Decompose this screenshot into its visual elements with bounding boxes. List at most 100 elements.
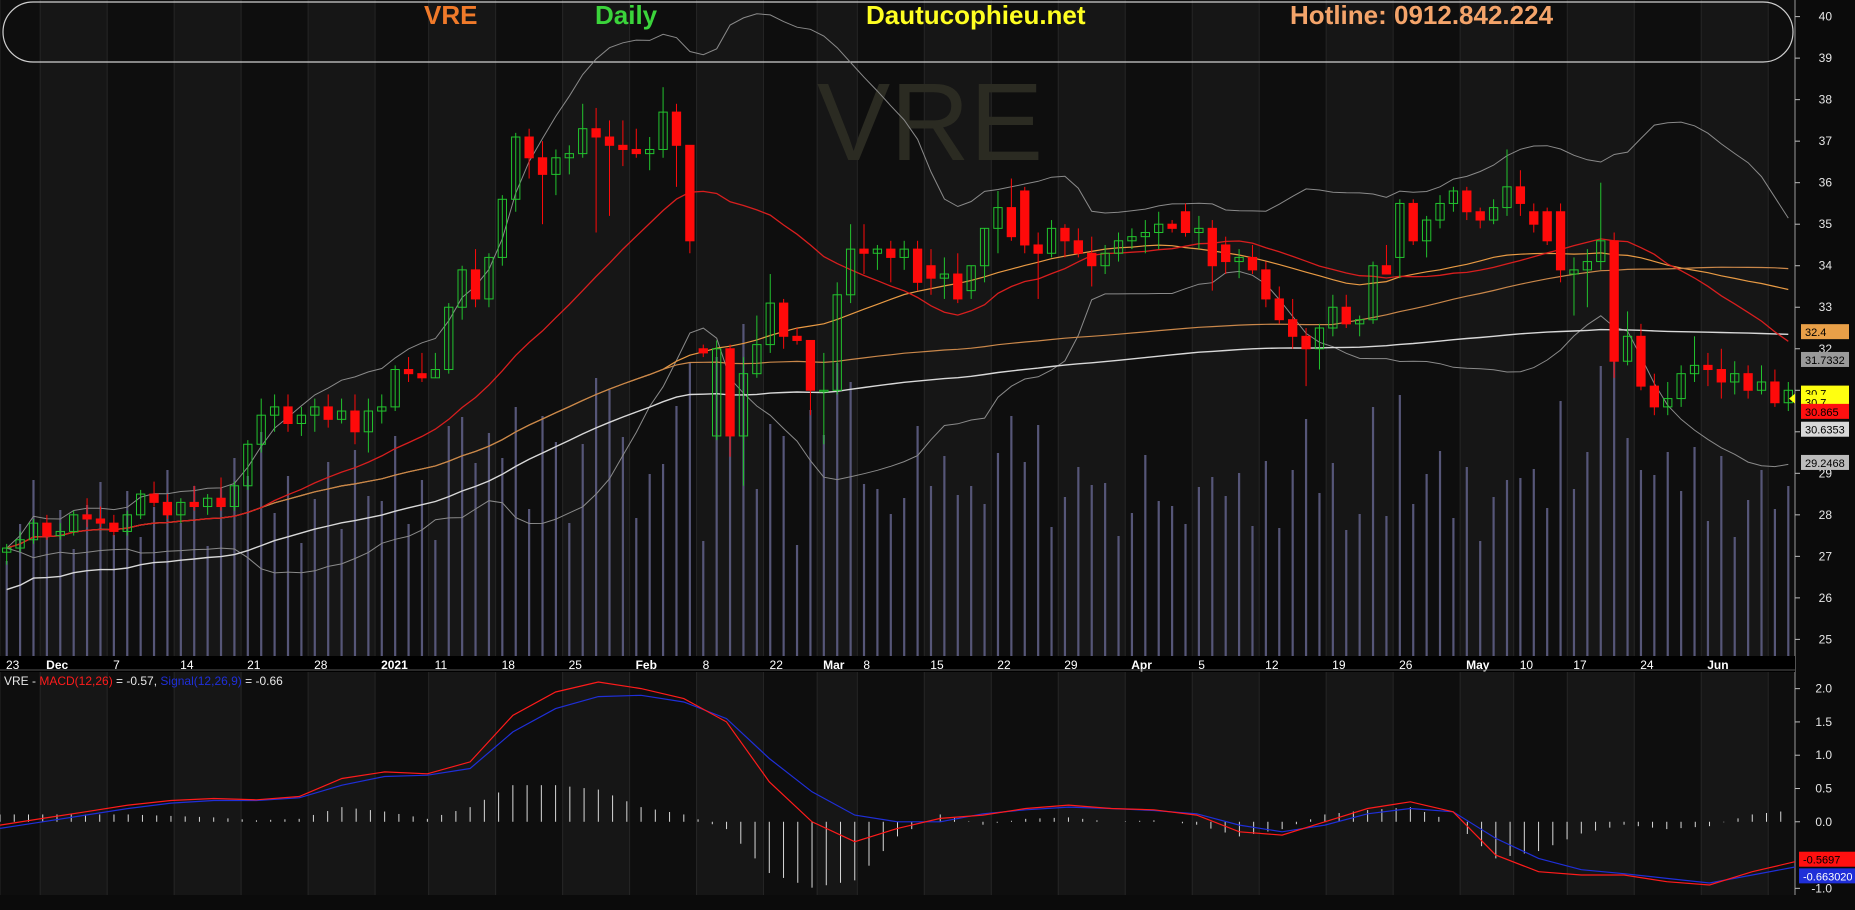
candle-body	[591, 128, 601, 138]
candle-body	[109, 522, 119, 532]
candle-body	[1207, 227, 1217, 267]
week-band	[1326, 672, 1394, 895]
candle-body	[1475, 211, 1485, 221]
price-tick-label: 25	[1819, 632, 1833, 646]
candle-body	[618, 144, 628, 150]
macd-legend-value: = -0.57,	[112, 674, 161, 688]
candle-body	[953, 273, 963, 300]
candle-body	[1649, 385, 1659, 408]
week-band	[817, 672, 858, 895]
candle-body	[725, 348, 735, 437]
candle-body	[1288, 319, 1298, 337]
candle-body	[1301, 335, 1311, 350]
candle-body	[1609, 240, 1619, 362]
week-band	[924, 672, 992, 895]
candle-body	[189, 501, 199, 508]
last-value-label: 29.2468	[1805, 458, 1845, 470]
candle-body	[1381, 265, 1392, 275]
candle-body	[1555, 211, 1566, 271]
price-tick-label: 28	[1819, 508, 1833, 522]
macd-pane	[0, 672, 1795, 895]
candle-body	[792, 335, 802, 341]
candle-body	[912, 248, 923, 283]
candle-body	[1636, 335, 1646, 387]
candle-body	[283, 406, 293, 424]
candle-body	[1716, 369, 1726, 383]
candle-body	[1060, 227, 1070, 242]
candle-body	[805, 339, 816, 391]
signal-legend-name: Signal(12,26,9)	[160, 674, 242, 688]
candle-body	[403, 369, 414, 375]
candle-body	[1167, 223, 1177, 229]
macd-legend: VRE - MACD(12,26) = -0.57, Signal(12,26,…	[4, 674, 283, 688]
price-tick-label: 34	[1819, 259, 1833, 273]
price-tick-label: 26	[1819, 591, 1833, 605]
candle-body	[671, 111, 682, 146]
candle-body	[778, 302, 789, 337]
candle-body	[1020, 190, 1030, 246]
week-band	[1460, 0, 1514, 656]
hotline-label: Hotline: 0912.842.224	[1290, 0, 1554, 30]
candle-body	[1341, 306, 1351, 325]
interval-label: Daily	[595, 0, 658, 30]
signal-last-label: -0.663020	[1803, 871, 1853, 883]
signal-legend-value: = -0.66	[241, 674, 283, 688]
macd-last-label: -0.5697	[1803, 855, 1840, 867]
last-value-label: 32.4	[1805, 327, 1826, 339]
candle-body	[417, 373, 427, 379]
site-label: Dautucophieu.net	[866, 0, 1086, 30]
week-band	[1567, 672, 1635, 895]
candle-body	[470, 269, 481, 300]
candle-body	[698, 348, 708, 354]
price-tick-label: 27	[1819, 549, 1833, 563]
price-tick-label: 33	[1819, 300, 1833, 314]
watermark-text: VRE	[817, 61, 1043, 184]
price-tick-label: 37	[1819, 134, 1833, 148]
candle-body	[1462, 190, 1472, 213]
candle-body	[82, 514, 92, 520]
candle-body	[1770, 381, 1780, 404]
macd-legend-name: MACD(12,26)	[39, 674, 113, 688]
symbol-label: VRE	[424, 0, 478, 30]
week-band	[1058, 672, 1126, 895]
candle-body	[1408, 202, 1418, 242]
candle-body	[1515, 186, 1526, 204]
candle-body	[926, 265, 936, 279]
price-tick-label: 36	[1819, 176, 1833, 190]
last-value-label: 30.865	[1805, 407, 1839, 419]
week-band	[562, 672, 630, 895]
candle-body	[1006, 207, 1017, 238]
macd-tick-label: 1.5	[1815, 715, 1832, 729]
candle-body	[216, 497, 226, 508]
macd-legend-symbol: VRE -	[4, 674, 40, 688]
macd-tick-label: 1.0	[1815, 748, 1832, 762]
candle-body	[323, 406, 333, 420]
week-band	[696, 672, 764, 895]
price-tick-label: 39	[1819, 51, 1833, 65]
macd-tick-label: -1.0	[1811, 881, 1832, 895]
week-band	[308, 672, 376, 895]
candle-body	[537, 157, 548, 175]
candle-body	[350, 410, 360, 433]
last-value-label: 31.7332	[1805, 355, 1845, 367]
candle-body	[1274, 298, 1284, 321]
candle-body	[1073, 240, 1083, 254]
week-band	[1192, 672, 1260, 895]
candle-body	[42, 522, 52, 537]
candle-body	[1743, 373, 1753, 391]
candle-body	[1221, 244, 1231, 263]
week-band	[40, 672, 108, 895]
candle-body	[1703, 364, 1713, 371]
macd-tick-label: 2.0	[1815, 682, 1832, 696]
macd-tick-label: 0.5	[1815, 781, 1832, 795]
candle-body	[95, 518, 106, 524]
candle-body	[1033, 244, 1043, 254]
candle-body	[1529, 211, 1539, 225]
candle-body	[149, 493, 159, 503]
week-band	[1701, 672, 1769, 895]
week-band	[428, 672, 496, 895]
candle-body	[886, 248, 896, 258]
candle-body	[1261, 269, 1271, 300]
candle-body	[859, 248, 869, 254]
chart-stage: VRE2526272829303132333435363738394032.43…	[0, 0, 1855, 910]
